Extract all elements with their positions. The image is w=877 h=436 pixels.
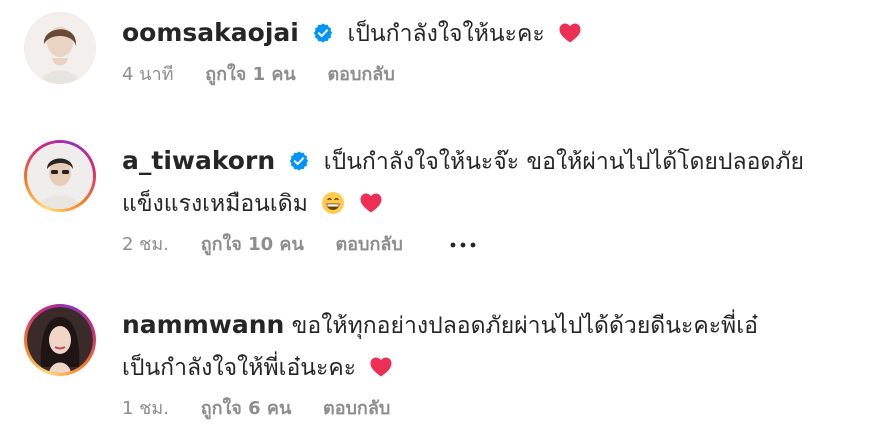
comment-text: nammwann ขอให้ทุกอย่างปลอดภัยผ่านไปได้ด้… [122, 304, 853, 347]
comment-time[interactable]: 4 นาที [122, 64, 173, 85]
grinning-face-emoji [321, 191, 345, 215]
comment-text: oomsakaojai เป็นกำลังใจให้นะคะ [122, 12, 853, 55]
verified-badge-icon [312, 22, 334, 44]
comment-meta: 2 ชม. ถูกใจ 10 คน ตอบกลับ [122, 231, 853, 259]
username[interactable]: a_tiwakorn [122, 146, 275, 175]
avatar-photo [27, 307, 93, 373]
comment-message: เป็นกำลังใจให้นะจ๊ะ ขอให้ผ่านไปได้โดยปลอ… [323, 149, 804, 175]
comment-message: เป็นกำลังใจให้พี่เอ๋นะคะ [122, 355, 357, 381]
reply-button[interactable]: ตอบกลับ [327, 64, 394, 85]
comment-message: แข็งแรงเหมือนเดิม [122, 191, 308, 217]
comment-text-continued: แข็งแรงเหมือนเดิม [122, 183, 853, 225]
likes-count[interactable]: ถูกใจ 1 คน [205, 64, 296, 85]
red-heart-emoji [369, 355, 393, 379]
comment-meta: 1 ชม. ถูกใจ 6 คน ตอบกลับ [122, 395, 853, 423]
verified-badge-icon [288, 150, 310, 172]
likes-count[interactable]: ถูกใจ 6 คน [201, 398, 292, 419]
more-options-icon[interactable] [449, 241, 477, 249]
reply-button[interactable]: ตอบกลับ [336, 234, 403, 255]
comment-text: a_tiwakorn เป็นกำลังใจให้นะจ๊ะ ขอให้ผ่าน… [122, 140, 853, 183]
avatar-photo [27, 143, 93, 209]
avatar[interactable] [24, 12, 96, 84]
username[interactable]: oomsakaojai [122, 18, 299, 47]
avatar[interactable] [24, 140, 96, 212]
comment-time[interactable]: 2 ชม. [122, 234, 169, 255]
avatar[interactable] [24, 304, 96, 376]
comment-message: ขอให้ทุกอย่างปลอดภัยผ่านไปได้ด้วยดีนะคะพ… [291, 313, 758, 339]
red-heart-emoji [558, 21, 582, 45]
likes-count[interactable]: ถูกใจ 10 คน [201, 234, 304, 255]
comment-text-continued: เป็นกำลังใจให้พี่เอ๋นะคะ [122, 347, 853, 389]
username[interactable]: nammwann [122, 310, 284, 339]
avatar-photo [24, 12, 96, 84]
reply-button[interactable]: ตอบกลับ [323, 398, 390, 419]
red-heart-emoji [359, 191, 383, 215]
comment-message: เป็นกำลังใจให้นะคะ [347, 21, 545, 47]
comment-meta: 4 นาที ถูกใจ 1 คน ตอบกลับ [122, 61, 853, 89]
comment-time[interactable]: 1 ชม. [122, 398, 169, 419]
